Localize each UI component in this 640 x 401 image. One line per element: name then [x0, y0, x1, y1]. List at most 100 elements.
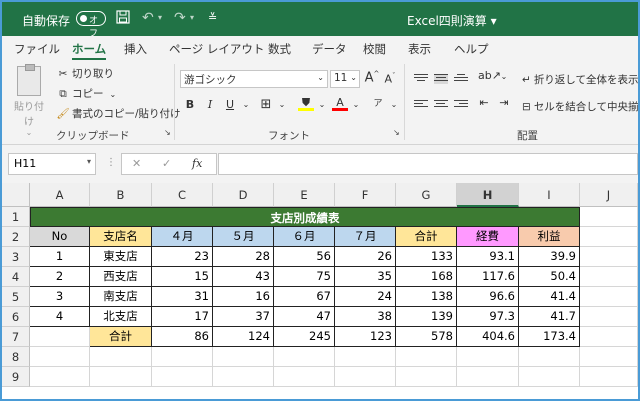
customize-qat-icon[interactable]: ≚: [208, 10, 217, 26]
header-cell-may[interactable]: ５月: [213, 227, 274, 247]
cancel-icon[interactable]: ✕: [132, 157, 141, 170]
cell-g5[interactable]: 138: [396, 287, 457, 307]
orientation-dropdown-icon[interactable]: ⌄: [496, 72, 512, 81]
cell-d6[interactable]: 37: [213, 307, 274, 327]
cell-i6[interactable]: 41.7: [519, 307, 580, 327]
header-cell-no[interactable]: No: [30, 227, 90, 247]
fill-color-button[interactable]: ⛊: [298, 96, 314, 111]
align-right-icon[interactable]: [454, 100, 468, 110]
align-center-icon[interactable]: [434, 100, 448, 110]
cell-g9[interactable]: [396, 367, 457, 387]
insert-function-icon[interactable]: fx: [192, 157, 202, 170]
cell-f9[interactable]: [335, 367, 396, 387]
underline-button[interactable]: U: [222, 98, 238, 111]
font-launcher-icon[interactable]: ↘: [393, 128, 400, 137]
cell-h8[interactable]: [457, 347, 519, 367]
cell-f8[interactable]: [335, 347, 396, 367]
total-label-cell[interactable]: 合計: [90, 327, 152, 347]
cell-b8[interactable]: [90, 347, 152, 367]
cell-g3[interactable]: 133: [396, 247, 457, 267]
cell-i3[interactable]: 39.9: [519, 247, 580, 267]
undo-icon[interactable]: ↶: [142, 10, 154, 26]
row-header-9[interactable]: 9: [2, 367, 30, 387]
row-header-1[interactable]: 1: [2, 207, 30, 227]
font-color-dropdown-icon[interactable]: ⌄: [348, 100, 364, 109]
header-cell-expense[interactable]: 経費: [457, 227, 519, 247]
splitter-icon[interactable]: ⋮: [106, 157, 116, 168]
tab-page-layout[interactable]: ページ レイアウト: [169, 41, 264, 57]
phonetic-icon[interactable]: ア: [370, 96, 386, 109]
cut-button[interactable]: ✂ 切り取り: [56, 66, 114, 81]
cell-e8[interactable]: [274, 347, 335, 367]
header-cell-april[interactable]: ４月: [152, 227, 213, 247]
cell-j6[interactable]: [580, 307, 638, 327]
cell-d9[interactable]: [213, 367, 274, 387]
header-cell-profit[interactable]: 利益: [519, 227, 580, 247]
undo-dropdown-icon[interactable]: ▾: [158, 10, 162, 26]
tab-review[interactable]: 校閲: [363, 41, 386, 57]
column-header-a[interactable]: A: [30, 183, 90, 207]
cell-i7[interactable]: 173.4: [519, 327, 580, 347]
cell-j5[interactable]: [580, 287, 638, 307]
cell-h4[interactable]: 117.6: [457, 267, 519, 287]
align-bottom-icon[interactable]: [454, 74, 468, 84]
cell-b9[interactable]: [90, 367, 152, 387]
orientation-icon[interactable]: ab↗: [478, 69, 501, 82]
cell-h5[interactable]: 96.6: [457, 287, 519, 307]
cell-e3[interactable]: 56: [274, 247, 335, 267]
header-cell-june[interactable]: ６月: [274, 227, 335, 247]
row-header-3[interactable]: 3: [2, 247, 30, 267]
bold-button[interactable]: B: [182, 98, 198, 111]
font-size-select[interactable]: 11 ⌄: [330, 70, 360, 88]
align-left-icon[interactable]: [414, 100, 428, 110]
align-top-icon[interactable]: [414, 74, 428, 84]
redo-icon[interactable]: ↷: [174, 10, 186, 26]
formula-input[interactable]: [218, 153, 638, 175]
paste-button[interactable]: 貼り付け ⌄: [12, 64, 46, 137]
phonetic-dropdown-icon[interactable]: ⌄: [386, 100, 402, 109]
font-color-button[interactable]: A: [332, 96, 348, 111]
column-header-g[interactable]: G: [396, 183, 457, 207]
tab-formulas[interactable]: 数式: [268, 41, 291, 57]
cell-d4[interactable]: 43: [213, 267, 274, 287]
cell-a6[interactable]: 4: [30, 307, 90, 327]
cell-c9[interactable]: [152, 367, 213, 387]
cell-h6[interactable]: 97.3: [457, 307, 519, 327]
cell-i8[interactable]: [519, 347, 580, 367]
cell-f6[interactable]: 38: [335, 307, 396, 327]
cell-e7[interactable]: 245: [274, 327, 335, 347]
font-name-select[interactable]: 游ゴシック ⌄: [180, 70, 328, 88]
header-cell-total[interactable]: 合計: [396, 227, 457, 247]
row-header-8[interactable]: 8: [2, 347, 30, 367]
cell-f4[interactable]: 35: [335, 267, 396, 287]
tab-file[interactable]: ファイル: [14, 41, 60, 57]
cell-c4[interactable]: 15: [152, 267, 213, 287]
cell-i5[interactable]: 41.4: [519, 287, 580, 307]
borders-dropdown-icon[interactable]: ⌄: [274, 100, 290, 109]
copy-button[interactable]: ⧉ コピー ⌄: [56, 86, 116, 101]
tab-data[interactable]: データ: [312, 41, 347, 57]
cell-h9[interactable]: [457, 367, 519, 387]
clipboard-launcher-icon[interactable]: ↘: [164, 128, 171, 137]
column-header-b[interactable]: B: [90, 183, 152, 207]
tab-insert[interactable]: 挿入: [124, 41, 147, 57]
column-header-d[interactable]: D: [213, 183, 274, 207]
cell-c6[interactable]: 17: [152, 307, 213, 327]
format-painter-button[interactable]: 🖌 書式のコピー/貼り付け: [56, 106, 180, 121]
cell-e5[interactable]: 67: [274, 287, 335, 307]
fill-dropdown-icon[interactable]: ⌄: [314, 100, 330, 109]
cell-b6[interactable]: 北支店: [90, 307, 152, 327]
increase-indent-icon[interactable]: ⇥: [496, 96, 512, 109]
save-icon[interactable]: [116, 10, 130, 28]
wrap-text-button[interactable]: ↵ 折り返して全体を表示す: [522, 72, 638, 87]
merge-center-button[interactable]: ⊟ セルを結合して中央揃え: [522, 99, 638, 114]
cell-f5[interactable]: 24: [335, 287, 396, 307]
cell-a4[interactable]: 2: [30, 267, 90, 287]
cell-c7[interactable]: 86: [152, 327, 213, 347]
header-cell-july[interactable]: ７月: [335, 227, 396, 247]
cell-e6[interactable]: 47: [274, 307, 335, 327]
cell-b3[interactable]: 東支店: [90, 247, 152, 267]
cell-a3[interactable]: 1: [30, 247, 90, 267]
cell-a9[interactable]: [30, 367, 90, 387]
cell-i4[interactable]: 50.4: [519, 267, 580, 287]
